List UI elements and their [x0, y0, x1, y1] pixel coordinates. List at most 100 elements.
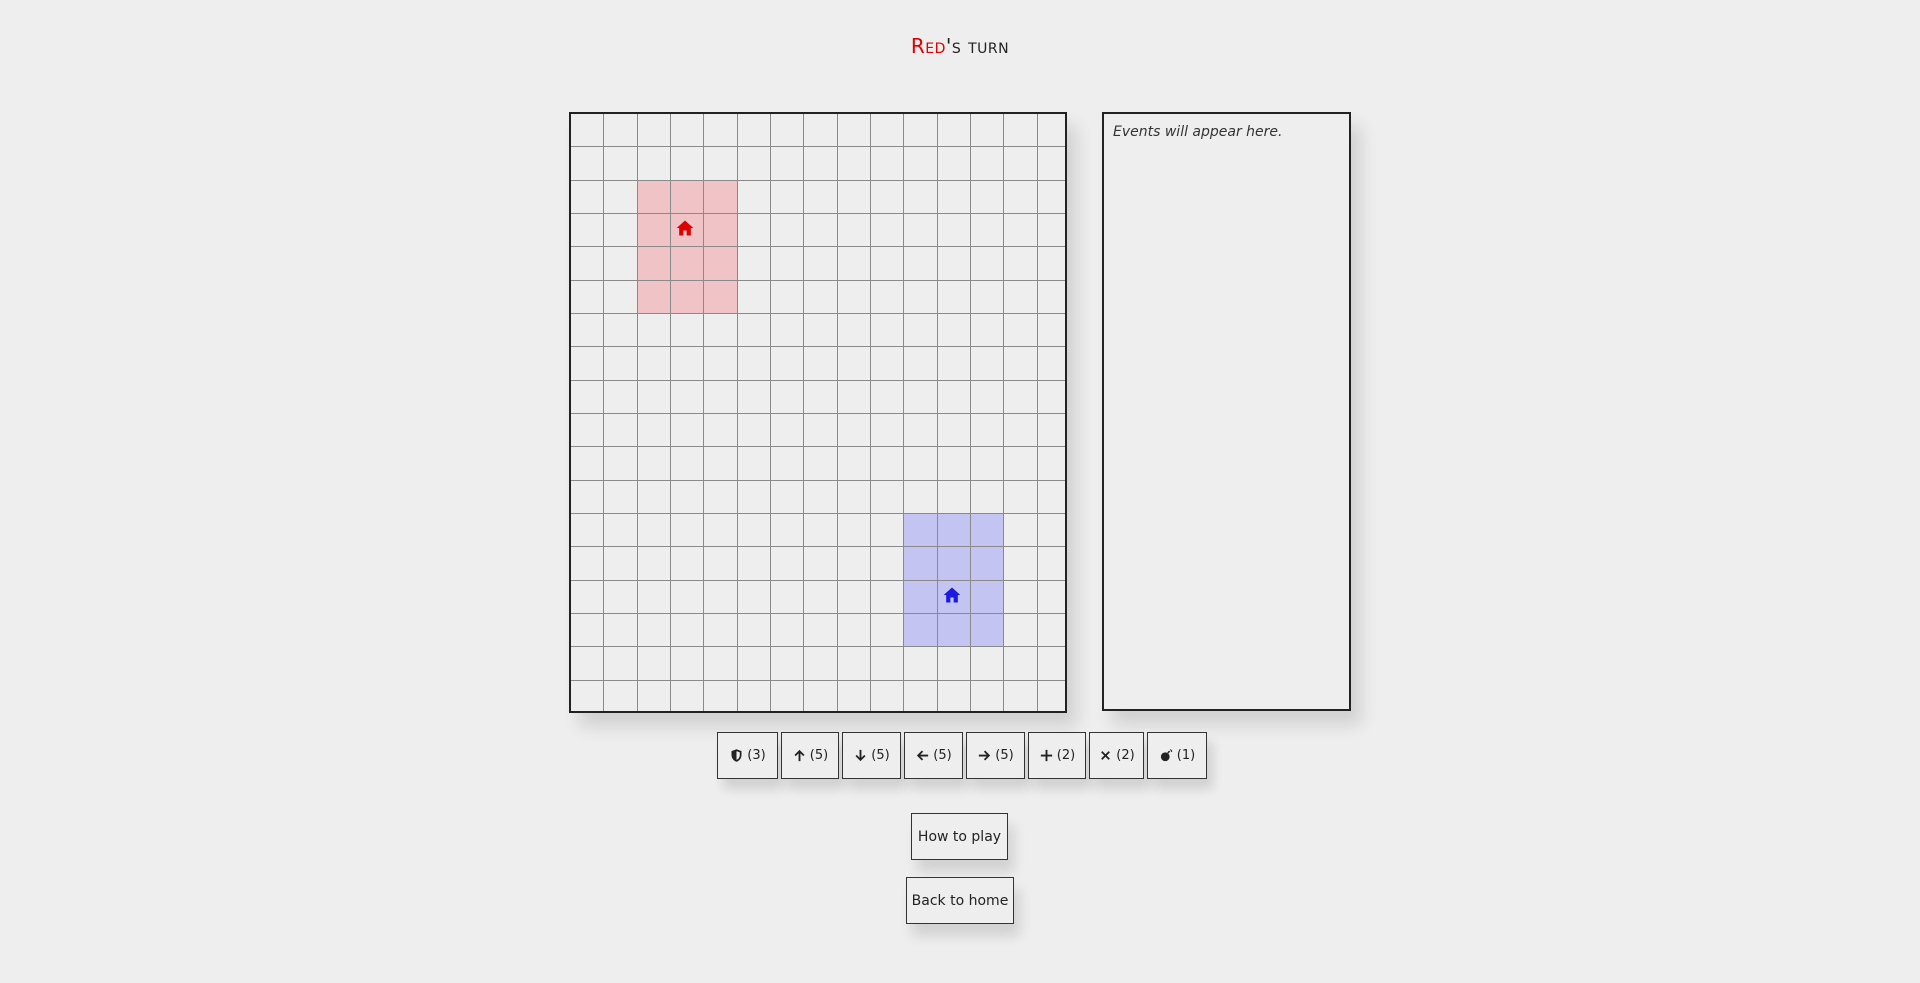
blue-base-cell[interactable]: [904, 580, 938, 614]
board-cell[interactable]: [737, 513, 771, 548]
board-cell[interactable]: [837, 114, 871, 148]
board-cell[interactable]: [704, 480, 738, 514]
move-up-button[interactable]: (5): [781, 732, 839, 779]
board-cell[interactable]: [937, 313, 971, 348]
board-cell[interactable]: [604, 114, 638, 148]
board-cell[interactable]: [1004, 547, 1038, 581]
board-cell[interactable]: [937, 213, 971, 248]
board-cell[interactable]: [670, 480, 705, 514]
blue-base-cell[interactable]: [937, 513, 971, 548]
board-cell[interactable]: [870, 180, 905, 214]
board-cell[interactable]: [870, 480, 905, 514]
board-cell[interactable]: [638, 680, 671, 711]
board-cell[interactable]: [1037, 381, 1065, 414]
board-cell[interactable]: [804, 480, 838, 514]
board-cell[interactable]: [637, 647, 671, 681]
board-cell[interactable]: [737, 613, 771, 648]
board-cell[interactable]: [1004, 347, 1038, 381]
board-cell[interactable]: [571, 247, 605, 281]
board-cell[interactable]: [670, 613, 705, 648]
board-cell[interactable]: [604, 347, 638, 381]
blue-base-cell[interactable]: [937, 613, 971, 648]
board-cell[interactable]: [1004, 247, 1038, 281]
board-cell[interactable]: [870, 114, 905, 148]
board-cell[interactable]: [1038, 681, 1065, 711]
board-cell[interactable]: [1037, 247, 1065, 281]
board-cell[interactable]: [704, 114, 738, 148]
back-to-home-button[interactable]: Back to home: [906, 877, 1014, 924]
board-cell[interactable]: [937, 280, 971, 314]
blue-base-cell[interactable]: [904, 613, 938, 648]
board-cell[interactable]: [870, 513, 905, 548]
board-cell[interactable]: [671, 680, 705, 711]
board-cell[interactable]: [904, 447, 938, 481]
red-base-cell[interactable]: [670, 280, 705, 314]
board-cell[interactable]: [970, 413, 1005, 448]
board-cell[interactable]: [637, 580, 671, 614]
board-cell[interactable]: [837, 547, 871, 581]
board-cell[interactable]: [870, 547, 905, 581]
board-cell[interactable]: [937, 347, 971, 381]
board-cell[interactable]: [804, 380, 838, 414]
board-cell[interactable]: [770, 547, 805, 581]
board-cell[interactable]: [704, 413, 738, 448]
board-cell[interactable]: [770, 380, 805, 414]
board-cell[interactable]: [804, 647, 838, 681]
board-cell[interactable]: [704, 580, 738, 614]
board-cell[interactable]: [670, 547, 705, 581]
board-cell[interactable]: [970, 280, 1005, 314]
board-cell[interactable]: [837, 347, 871, 381]
board-cell[interactable]: [970, 247, 1005, 281]
board-cell[interactable]: [571, 347, 605, 381]
board-cell[interactable]: [571, 447, 605, 481]
board-cell[interactable]: [1037, 481, 1065, 514]
red-base-cell[interactable]: [704, 213, 738, 248]
board-cell[interactable]: [637, 547, 671, 581]
board-cell[interactable]: [837, 313, 871, 348]
board-cell[interactable]: [904, 147, 938, 181]
board-cell[interactable]: [837, 280, 871, 314]
red-base-cell[interactable]: [704, 247, 738, 281]
board-cell[interactable]: [837, 480, 871, 514]
board-cell[interactable]: [770, 447, 805, 481]
board-cell[interactable]: [1004, 280, 1038, 314]
board-cell[interactable]: [837, 413, 871, 448]
board-cell[interactable]: [704, 380, 738, 414]
board-cell[interactable]: [704, 513, 738, 548]
blue-base-cell[interactable]: [904, 513, 938, 548]
board-cell[interactable]: [571, 647, 605, 681]
board-cell[interactable]: [804, 247, 838, 281]
board-cell[interactable]: [604, 247, 638, 281]
board-cell[interactable]: [970, 347, 1005, 381]
board-cell[interactable]: [670, 447, 705, 481]
board-cell[interactable]: [571, 380, 605, 414]
board-cell[interactable]: [804, 513, 838, 548]
red-base-cell[interactable]: [637, 180, 671, 214]
board-cell[interactable]: [670, 580, 705, 614]
x-action-button[interactable]: (2): [1089, 732, 1144, 779]
board-cell[interactable]: [870, 613, 905, 648]
board-cell[interactable]: [1004, 580, 1038, 614]
board-cell[interactable]: [1037, 347, 1065, 381]
red-base-cell[interactable]: [670, 180, 705, 214]
board-cell[interactable]: [770, 180, 805, 214]
board-cell[interactable]: [571, 480, 605, 514]
board-cell[interactable]: [870, 380, 905, 414]
board-cell[interactable]: [604, 413, 638, 448]
blue-base-cell[interactable]: [904, 547, 938, 581]
board-cell[interactable]: [737, 413, 771, 448]
board-cell[interactable]: [804, 147, 838, 181]
board-cell[interactable]: [704, 613, 738, 648]
board-cell[interactable]: [571, 513, 605, 548]
board-cell[interactable]: [571, 613, 605, 648]
board-cell[interactable]: [637, 147, 671, 181]
board-cell[interactable]: [571, 114, 605, 148]
board-cell[interactable]: [1037, 414, 1065, 448]
board-cell[interactable]: [670, 114, 705, 148]
board-cell[interactable]: [737, 247, 771, 281]
board-cell[interactable]: [804, 313, 838, 348]
board-cell[interactable]: [704, 680, 738, 711]
board-cell[interactable]: [770, 480, 805, 514]
board-cell[interactable]: [837, 147, 871, 181]
board-cell[interactable]: [837, 213, 871, 248]
